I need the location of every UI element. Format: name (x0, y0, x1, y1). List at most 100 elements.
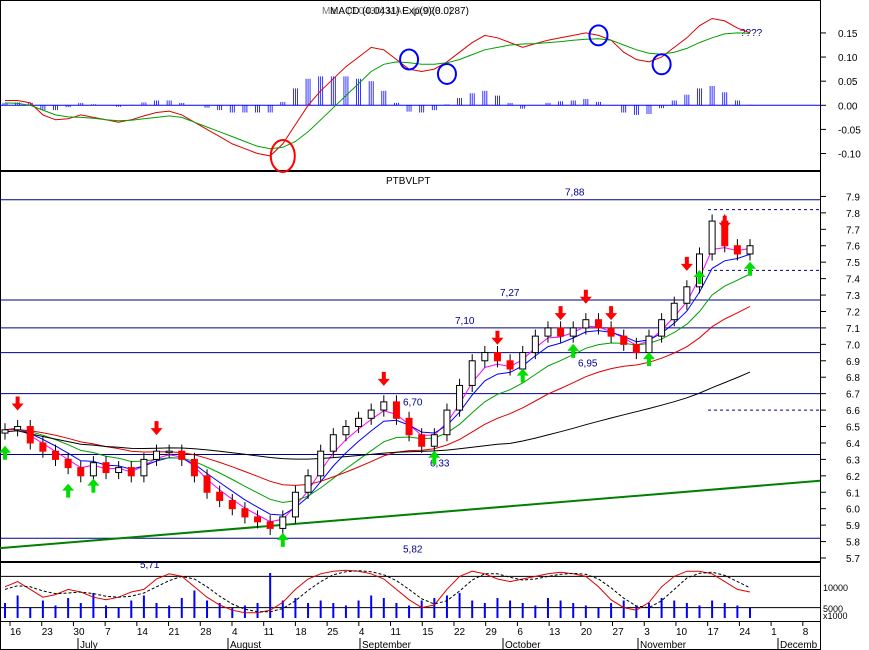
candle-body (241, 508, 249, 518)
candle-body (746, 245, 754, 255)
candle-body (77, 467, 85, 477)
price-panel (0, 171, 821, 562)
date-tick-label: 28 (200, 627, 212, 638)
candle-body (430, 434, 438, 447)
date-tick-label: 11 (264, 627, 275, 638)
oscillator-y-tick-label: 5000 (823, 604, 843, 614)
candle-body (317, 450, 325, 477)
price-y-tick-label: 7.1 (846, 324, 860, 335)
candle-body (392, 401, 400, 419)
candle-body (683, 286, 691, 304)
candle-body (544, 327, 552, 337)
date-tick-label: 10 (676, 627, 688, 638)
price-title: PTBVLPT (386, 176, 430, 187)
price-y-tick-label: 5.8 (846, 538, 860, 549)
candle-body (594, 319, 602, 329)
candle-body (670, 302, 678, 321)
candle-body (190, 458, 198, 477)
date-tick-label: 11 (391, 627, 402, 638)
macd-y-tick-label: -0.10 (838, 150, 861, 161)
candle-body (582, 319, 590, 329)
candle-body (291, 491, 299, 518)
candle-body (481, 352, 489, 362)
date-tick-label: 4 (359, 627, 365, 638)
date-tick-label: 23 (42, 627, 54, 638)
candle-body (708, 220, 716, 255)
candle-body (89, 462, 97, 477)
candle-body (468, 360, 476, 386)
price-y-tick-label: 6.9 (846, 357, 860, 368)
date-tick-label: 3 (644, 627, 650, 638)
month-label: July (80, 640, 98, 650)
date-tick-label: 4 (232, 627, 238, 638)
candle-body (519, 352, 527, 370)
candle-body (304, 475, 312, 493)
month-label: Decemb (780, 640, 818, 650)
candle-body (733, 245, 741, 255)
candle-body (127, 467, 135, 477)
candle-body (228, 499, 236, 510)
candle-body (658, 319, 666, 337)
candle-body (14, 426, 22, 431)
chart-canvas: MACD (0.0431) Exp(9)(0.0287) Ma... (0.04… (0, 0, 861, 650)
price-y-tick-label: 6.2 (846, 472, 860, 483)
support-label: 7,10 (455, 316, 475, 327)
candle-body (367, 409, 375, 419)
date-tick-label: 20 (581, 627, 593, 638)
price-y-tick-label: 5.7 (846, 554, 860, 565)
macd-y-tick-label: 0.05 (838, 77, 858, 88)
price-y-tick-label: 7.0 (846, 340, 860, 351)
candle-body (102, 462, 110, 474)
support-label: 7,88 (565, 188, 585, 199)
stock-chart: MACD (0.0431) Exp(9)(0.0287) Ma... (0.04… (0, 0, 869, 650)
candle-body (39, 442, 47, 452)
date-tick-label: 1 (771, 627, 777, 638)
candle-body (531, 335, 539, 354)
candle-body (632, 343, 640, 354)
candle-body (153, 450, 161, 460)
date-tick-label: 21 (169, 627, 181, 638)
candle-body (115, 467, 123, 474)
candle-body (506, 360, 514, 370)
candle-body (493, 352, 501, 362)
price-y-tick-label: 6.6 (846, 406, 860, 417)
date-tick-label: 13 (549, 627, 561, 638)
candle-body (620, 335, 628, 345)
date-tick-label: 18 (295, 627, 307, 638)
price-y-tick-label: 6.0 (846, 505, 860, 516)
candle-body (443, 409, 451, 436)
date-tick-label: 15 (422, 627, 434, 638)
candle-body (178, 450, 186, 460)
macd-title-overlap: Ma... (0.0430) MAC (0.028...) (322, 6, 452, 17)
candle-body (1, 429, 9, 434)
date-tick-label: 30 (73, 627, 85, 638)
month-label: November (640, 640, 687, 650)
date-tick-label: 22 (454, 627, 466, 638)
candle-body (203, 475, 211, 493)
price-y-tick-label: 7.7 (846, 225, 860, 236)
date-tick-label: 17 (708, 627, 720, 638)
price-y-tick-label: 7.5 (846, 258, 860, 269)
oscillator-y-tick-label: 10000 (823, 583, 848, 593)
macd-panel (0, 0, 821, 171)
price-y-tick-label: 6.3 (846, 455, 860, 466)
candle-body (140, 458, 148, 477)
date-tick-label: 16 (10, 627, 22, 638)
date-tick-label: 14 (137, 627, 149, 638)
candle-body (342, 426, 350, 436)
price-y-tick-label: 6.7 (846, 390, 860, 401)
price-y-tick-label: 7.9 (846, 192, 860, 203)
candle-body (216, 491, 224, 501)
candle-body (279, 516, 287, 529)
month-label: October (505, 640, 541, 650)
candle-body (26, 426, 34, 444)
support-label: 5,82 (403, 544, 423, 555)
candle-body (165, 450, 173, 454)
date-tick-label: 24 (739, 627, 751, 638)
candle-body (380, 401, 388, 411)
date-tick-label: 29 (486, 627, 498, 638)
date-tick-label: 7 (105, 627, 111, 638)
price-y-tick-label: 6.4 (846, 439, 860, 450)
support-label: 7,27 (500, 288, 520, 299)
price-y-tick-label: 7.4 (846, 275, 860, 286)
